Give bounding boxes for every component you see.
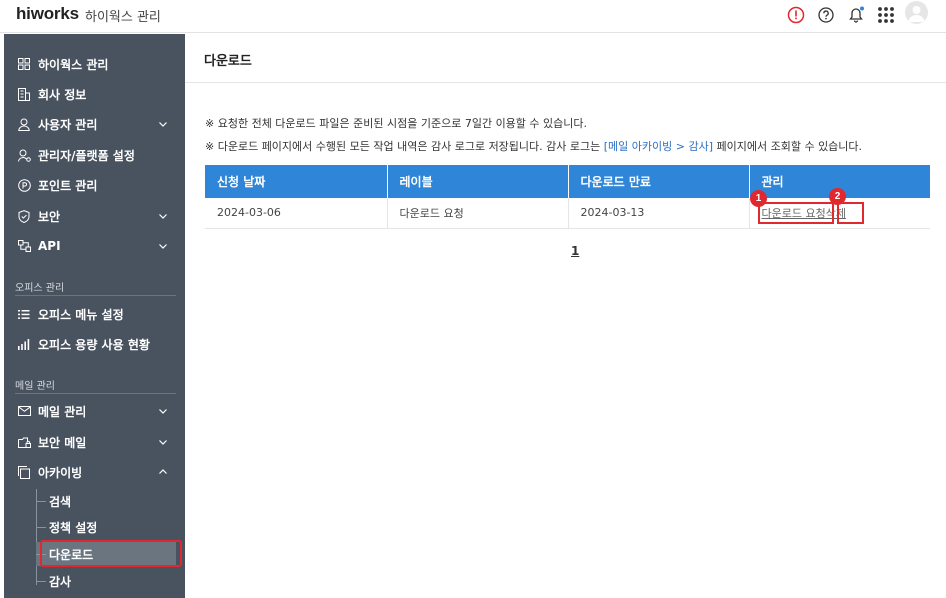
sidebar-item-label: 회사 정보 bbox=[38, 87, 87, 102]
sidebar-item-admin-platform-settings[interactable]: 관리자/플랫폼 설정 bbox=[4, 140, 185, 170]
audit-page-link[interactable]: [메일 아카이빙 > 감사] bbox=[604, 140, 713, 153]
highlight-box-download-menu bbox=[40, 540, 182, 567]
cell-request-date: 2024-03-06 bbox=[205, 198, 388, 229]
sidebar-subitem-label: 정책 설정 bbox=[49, 520, 98, 535]
list-icon bbox=[17, 307, 31, 321]
secure-mail-icon bbox=[17, 435, 31, 449]
sidebar-item-mail-management[interactable]: 메일 관리 bbox=[4, 396, 185, 426]
sidebar-item-label: 보안 bbox=[38, 209, 61, 224]
mail-icon bbox=[17, 404, 31, 418]
sidebar-item-label: 하이웍스 관리 bbox=[38, 57, 109, 72]
help-icon[interactable] bbox=[815, 4, 837, 26]
page-title: 다운로드 bbox=[204, 54, 252, 69]
sidebar-subitem-label: 검색 bbox=[49, 494, 72, 509]
sidebar-item-company-info[interactable]: 회사 정보 bbox=[4, 79, 185, 109]
sidebar-item-office-menu-settings[interactable]: 오피스 메뉴 설정 bbox=[4, 299, 185, 329]
sidebar-item-label: 메일 관리 bbox=[38, 404, 87, 419]
sidebar-item-user-management[interactable]: 사용자 관리 bbox=[4, 109, 185, 139]
pagination-page-1[interactable]: 1 bbox=[571, 244, 579, 258]
chevron-down-icon bbox=[159, 409, 167, 414]
highlight-box-download-request bbox=[758, 202, 834, 224]
top-bar: hiworks 하이웍스 관리 bbox=[0, 0, 946, 33]
admin-user-icon bbox=[17, 148, 31, 162]
cell-label: 다운로드 요청 bbox=[387, 198, 569, 229]
table-header-row: 신청 날짜 레이블 다운로드 만료 관리 bbox=[205, 165, 930, 198]
alert-icon[interactable] bbox=[785, 4, 807, 26]
section-title-office: 오피스 관리 bbox=[15, 283, 65, 294]
sidebar-item-label: API bbox=[38, 239, 61, 253]
sidebar-item-label: 오피스 용량 사용 현황 bbox=[38, 337, 150, 352]
section-divider bbox=[15, 393, 176, 394]
notice-retention: ※ 요청한 전체 다운로드 파일은 준비된 시점을 기준으로 7일간 이용할 수… bbox=[205, 117, 588, 130]
chevron-down-icon bbox=[159, 440, 167, 445]
notice-text: 페이지에서 조회할 수 있습니다. bbox=[713, 140, 863, 153]
step-marker-1: 1 bbox=[750, 190, 767, 207]
notice-audit-log: ※ 다운로드 페이지에서 수행된 모든 작업 내역은 감사 로그로 저장됩니다.… bbox=[205, 138, 862, 154]
sidebar-item-secure-mail[interactable]: 보안 메일 bbox=[4, 427, 185, 457]
sidebar-item-label: 오피스 메뉴 설정 bbox=[38, 307, 124, 322]
grid-icon bbox=[17, 57, 31, 71]
sidebar-item-label: 아카이빙 bbox=[38, 465, 83, 480]
column-header-label: 레이블 bbox=[387, 165, 569, 198]
building-icon bbox=[17, 87, 31, 101]
column-header-request-date: 신청 날짜 bbox=[205, 165, 388, 198]
sidebar-subitem-search[interactable]: 검색 bbox=[36, 489, 176, 513]
apps-grid-icon[interactable] bbox=[875, 4, 897, 26]
step-marker-2: 2 bbox=[829, 188, 846, 205]
sidebar-subitem-label: 감사 bbox=[49, 574, 72, 589]
sidebar-item-api[interactable]: API bbox=[4, 231, 185, 261]
notice-text: ※ 다운로드 페이지에서 수행된 모든 작업 내역은 감사 로그로 저장됩니다.… bbox=[205, 140, 604, 153]
sidebar-subitem-audit[interactable]: 감사 bbox=[36, 569, 176, 593]
bell-icon[interactable] bbox=[845, 4, 867, 26]
point-icon bbox=[17, 178, 31, 192]
logo[interactable]: hiworks bbox=[16, 4, 79, 24]
sidebar-subitem-policy-settings[interactable]: 정책 설정 bbox=[36, 515, 176, 539]
sidebar-item-point-management[interactable]: 포인트 관리 bbox=[4, 170, 185, 200]
cell-expiry-date: 2024-03-13 bbox=[568, 198, 750, 229]
column-header-download-expiry: 다운로드 만료 bbox=[568, 165, 750, 198]
bar-chart-icon bbox=[17, 337, 31, 351]
sidebar-item-archiving[interactable]: 아카이빙 bbox=[4, 457, 185, 487]
archive-icon bbox=[17, 465, 31, 479]
sidebar-item-hiworks-admin[interactable]: 하이웍스 관리 bbox=[4, 49, 185, 79]
sidebar: 하이웍스 관리 회사 정보 사용자 관리 관리자/플랫폼 설정 포인트 관리 보… bbox=[4, 34, 185, 598]
chevron-down-icon bbox=[159, 122, 167, 127]
chevron-down-icon bbox=[159, 244, 167, 249]
api-icon bbox=[17, 239, 31, 253]
page-header: 다운로드 bbox=[185, 34, 946, 83]
sidebar-item-security[interactable]: 보안 bbox=[4, 201, 185, 231]
section-divider bbox=[15, 295, 176, 296]
section-title-mail: 메일 관리 bbox=[15, 381, 55, 392]
chevron-up-icon bbox=[159, 469, 167, 474]
user-icon bbox=[17, 117, 31, 131]
sidebar-item-label: 보안 메일 bbox=[38, 435, 87, 450]
highlight-box-delete bbox=[837, 202, 864, 224]
sidebar-item-label: 관리자/플랫폼 설정 bbox=[38, 148, 135, 163]
sidebar-item-label: 포인트 관리 bbox=[38, 178, 98, 193]
sidebar-item-label: 사용자 관리 bbox=[38, 117, 98, 132]
sidebar-item-office-usage[interactable]: 오피스 용량 사용 현황 bbox=[4, 329, 185, 359]
admin-title: 하이웍스 관리 bbox=[85, 10, 161, 25]
avatar[interactable] bbox=[905, 1, 928, 24]
chevron-down-icon bbox=[159, 214, 167, 219]
shield-icon bbox=[17, 209, 31, 223]
